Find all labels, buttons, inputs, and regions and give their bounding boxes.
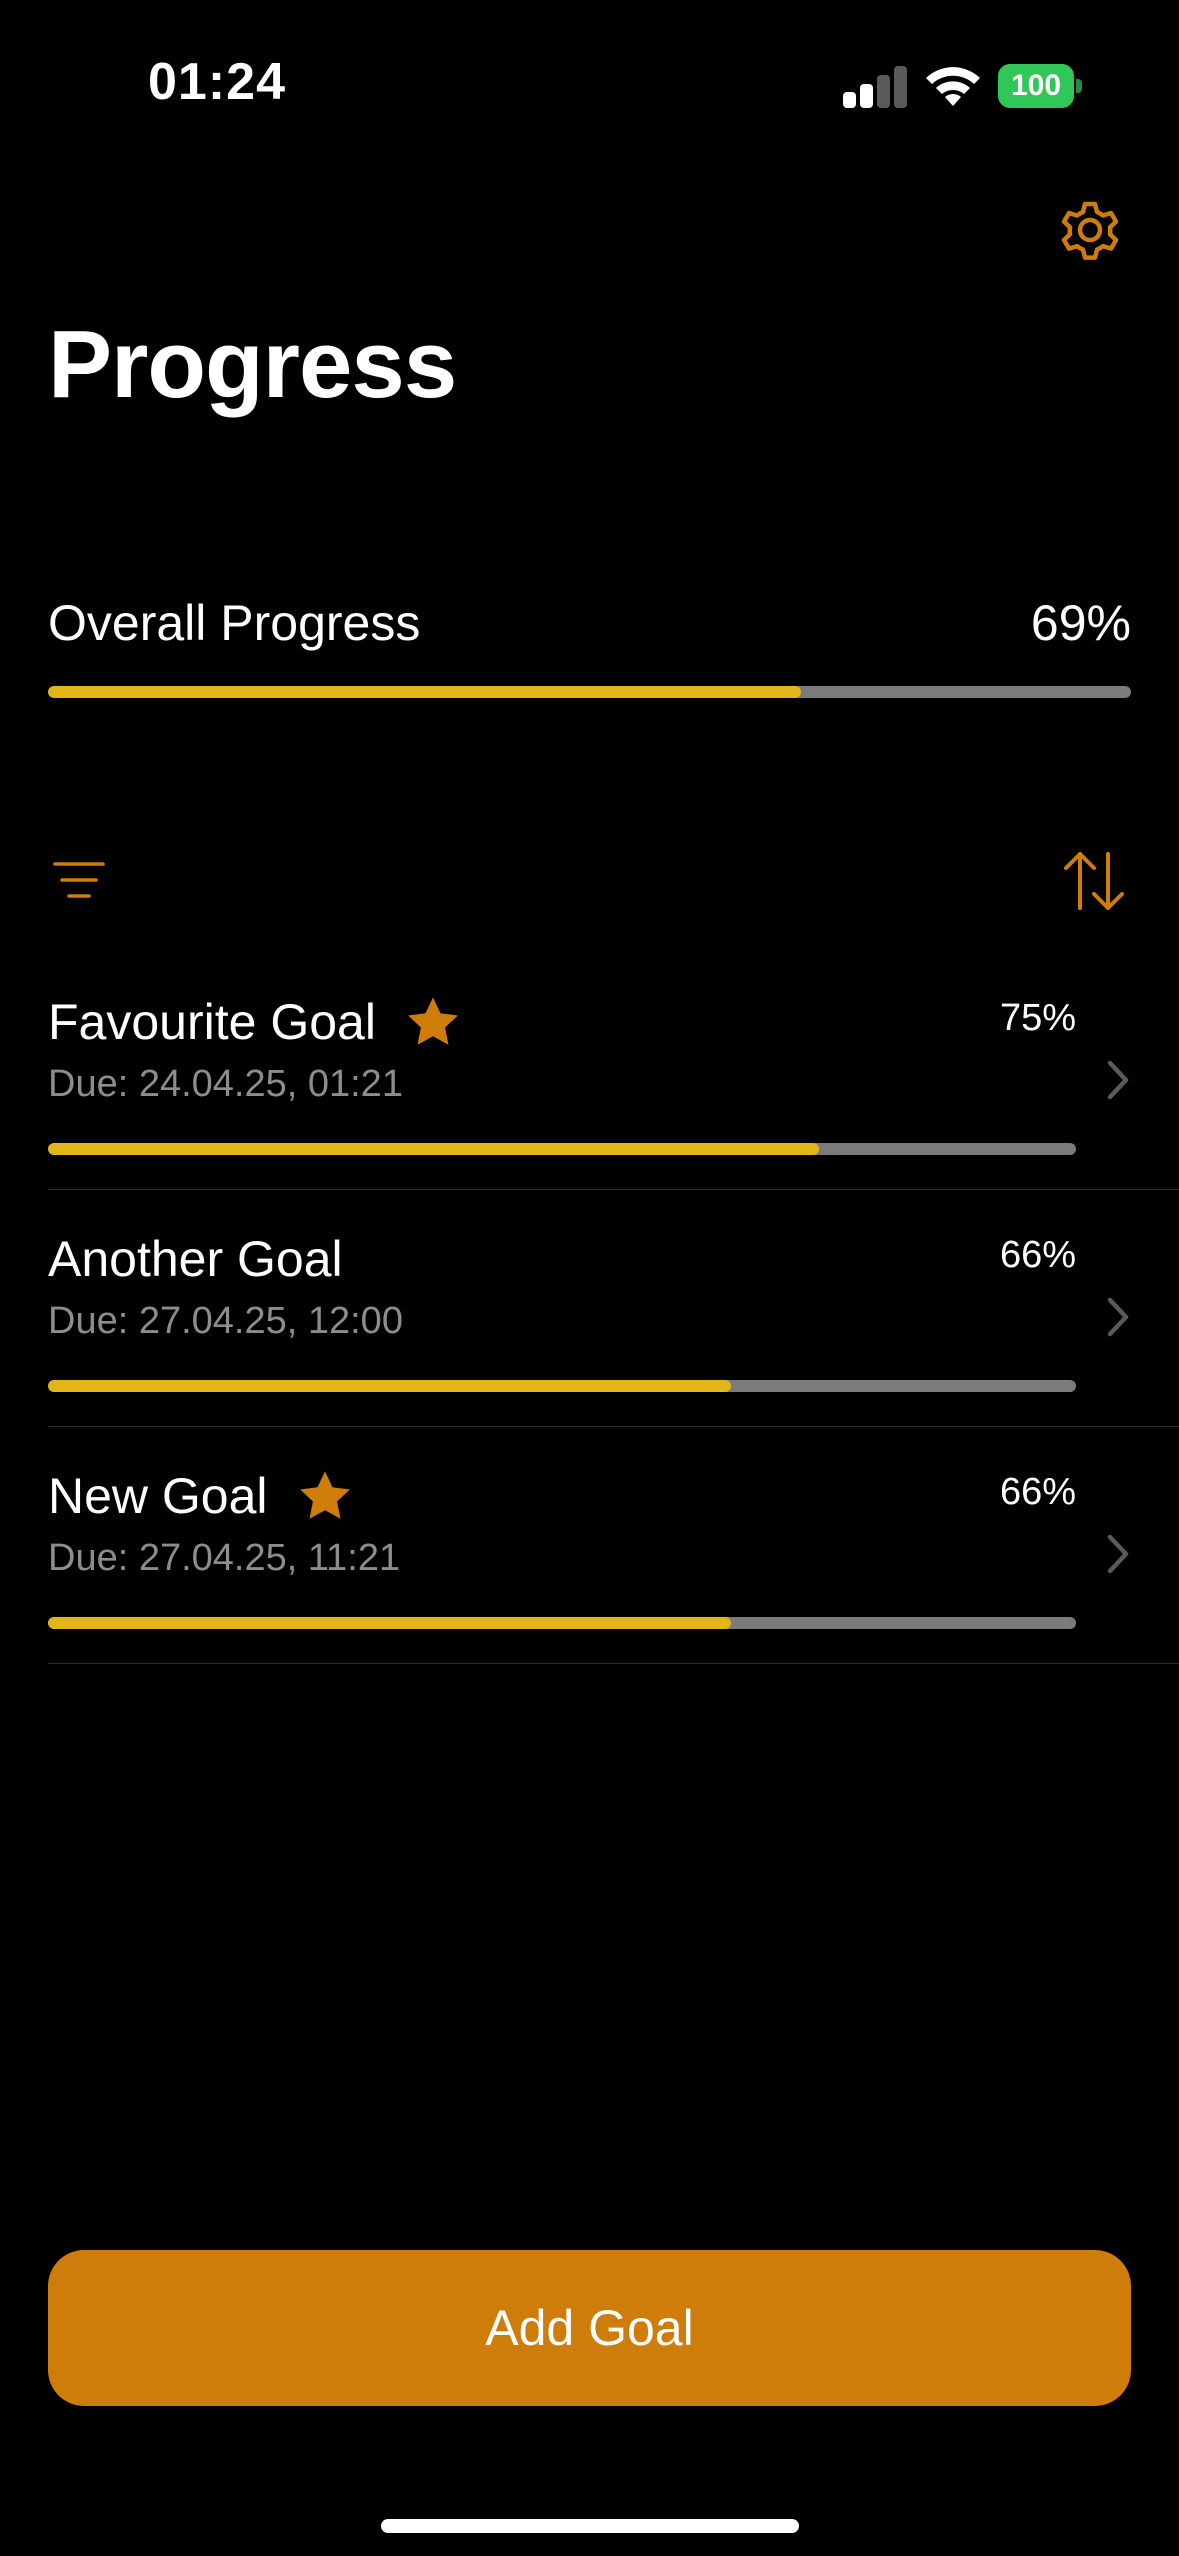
star-icon (404, 993, 462, 1051)
overall-progress-bar (48, 686, 1131, 698)
battery-level: 100 (998, 64, 1074, 108)
add-goal-label: Add Goal (485, 2300, 694, 2356)
goal-row[interactable]: Favourite Goal Due: 24.04.25, 01:21 75% (0, 953, 1179, 1190)
goal-due-date: Due: 27.04.25, 12:00 (48, 1300, 403, 1342)
gear-icon[interactable] (1054, 194, 1126, 266)
goal-progress-bar (48, 1380, 1076, 1392)
home-indicator[interactable] (381, 2519, 799, 2533)
goal-row[interactable]: New Goal Due: 27.04.25, 11:21 66% (0, 1427, 1179, 1664)
goal-progress-bar (48, 1617, 1076, 1629)
chevron-right-icon (1107, 1060, 1129, 1100)
goal-name-row: Another Goal (48, 1230, 343, 1288)
sort-arrows-icon[interactable] (1062, 850, 1126, 912)
goal-percent: 66% (999, 1471, 1076, 1513)
status-time: 01:24 (148, 53, 286, 111)
goal-progress-fill (48, 1143, 819, 1155)
overall-progress-percent: 69% (1030, 595, 1131, 651)
overall-progress-fill (48, 686, 801, 698)
goal-name: Another Goal (48, 1231, 343, 1287)
battery-icon: 100 (998, 64, 1082, 108)
filter-lines-icon[interactable] (52, 860, 106, 900)
goal-percent: 75% (999, 997, 1076, 1039)
goal-row[interactable]: Another Goal Due: 27.04.25, 12:00 66% (0, 1190, 1179, 1427)
goal-name-row: Favourite Goal (48, 993, 462, 1051)
goal-percent: 66% (999, 1234, 1076, 1276)
chevron-right-icon (1107, 1297, 1129, 1337)
wifi-icon (926, 67, 980, 106)
star-icon (296, 1467, 354, 1525)
goal-due-date: Due: 24.04.25, 01:21 (48, 1063, 403, 1105)
goal-name-row: New Goal (48, 1467, 354, 1525)
goal-name: Favourite Goal (48, 994, 376, 1050)
chevron-right-icon (1107, 1534, 1129, 1574)
goal-progress-fill (48, 1380, 731, 1392)
page-title: Progress (48, 311, 457, 418)
goal-progress-bar (48, 1143, 1076, 1155)
goal-name: New Goal (48, 1468, 268, 1524)
goal-due-date: Due: 27.04.25, 11:21 (48, 1537, 401, 1579)
overall-progress-label: Overall Progress (48, 595, 421, 651)
cellular-signal-icon (843, 66, 907, 108)
row-divider (48, 1662, 1179, 1664)
add-goal-button[interactable]: Add Goal (48, 2250, 1131, 2406)
goal-progress-fill (48, 1617, 731, 1629)
